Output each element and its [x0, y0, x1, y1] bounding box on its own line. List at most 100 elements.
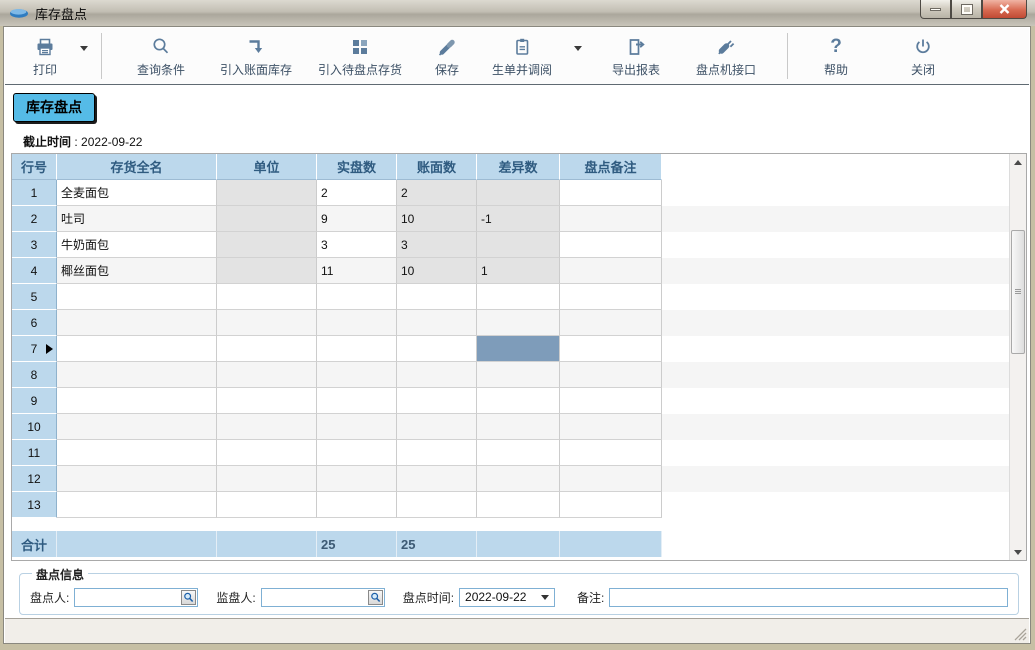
- cell-name[interactable]: 牛奶面包: [57, 232, 217, 258]
- cell-actual[interactable]: [317, 440, 397, 466]
- row-number-cell[interactable]: 2: [12, 206, 57, 232]
- cell-diff[interactable]: [477, 466, 560, 492]
- cell-actual[interactable]: [317, 492, 397, 518]
- cell-unit[interactable]: [217, 466, 317, 492]
- cell-note[interactable]: [560, 258, 662, 284]
- save-button[interactable]: 保存: [415, 28, 479, 84]
- row-number-cell[interactable]: 13: [12, 492, 57, 518]
- cell-name[interactable]: [57, 336, 217, 362]
- cell-name[interactable]: [57, 284, 217, 310]
- cell-book[interactable]: [397, 414, 477, 440]
- cell-unit[interactable]: [217, 206, 317, 232]
- print-dropdown-arrow-icon[interactable]: [80, 46, 88, 51]
- cell-book[interactable]: [397, 336, 477, 362]
- generate-dropdown-arrow-icon[interactable]: [574, 46, 582, 51]
- row-number-cell[interactable]: 3: [12, 232, 57, 258]
- cell-diff[interactable]: [477, 440, 560, 466]
- import-pending-stock-button[interactable]: 引入待盘点存货: [305, 28, 415, 84]
- cell-unit[interactable]: [217, 310, 317, 336]
- cell-actual[interactable]: 9: [317, 206, 397, 232]
- cell-name[interactable]: [57, 466, 217, 492]
- cell-book[interactable]: [397, 284, 477, 310]
- cell-name[interactable]: [57, 362, 217, 388]
- cell-name[interactable]: [57, 492, 217, 518]
- note-input[interactable]: [609, 588, 1008, 607]
- cell-unit[interactable]: [217, 284, 317, 310]
- cell-actual[interactable]: [317, 284, 397, 310]
- import-book-inventory-button[interactable]: 引入账面库存: [207, 28, 305, 84]
- cell-actual[interactable]: [317, 336, 397, 362]
- scroll-up-button[interactable]: [1010, 154, 1026, 170]
- supervisor-lookup-button[interactable]: [368, 590, 383, 605]
- cell-actual[interactable]: [317, 388, 397, 414]
- row-number-cell[interactable]: 11: [12, 440, 57, 466]
- cell-book[interactable]: [397, 310, 477, 336]
- counter-lookup-button[interactable]: [181, 590, 196, 605]
- row-number-cell[interactable]: 5: [12, 284, 57, 310]
- cell-note[interactable]: [560, 466, 662, 492]
- cell-diff[interactable]: -1: [477, 206, 560, 232]
- cell-diff[interactable]: [477, 414, 560, 440]
- row-number-cell[interactable]: 9: [12, 388, 57, 414]
- tab-inventory-count[interactable]: 库存盘点: [13, 93, 95, 122]
- cell-note[interactable]: [560, 414, 662, 440]
- cell-diff[interactable]: [477, 492, 560, 518]
- query-conditions-button[interactable]: 查询条件: [115, 28, 207, 84]
- cell-unit[interactable]: [217, 336, 317, 362]
- cell-diff[interactable]: [477, 310, 560, 336]
- cell-actual[interactable]: 11: [317, 258, 397, 284]
- cell-note[interactable]: [560, 388, 662, 414]
- cell-unit[interactable]: [217, 440, 317, 466]
- cell-unit[interactable]: [217, 492, 317, 518]
- row-number-cell[interactable]: 12: [12, 466, 57, 492]
- cell-name[interactable]: [57, 388, 217, 414]
- cell-note[interactable]: [560, 232, 662, 258]
- cell-book[interactable]: 10: [397, 206, 477, 232]
- cell-book[interactable]: 3: [397, 232, 477, 258]
- cell-actual[interactable]: 3: [317, 232, 397, 258]
- cell-name[interactable]: 椰丝面包: [57, 258, 217, 284]
- generate-and-review-button[interactable]: 生单并调阅: [479, 28, 565, 84]
- row-number-cell[interactable]: 4: [12, 258, 57, 284]
- cell-actual[interactable]: [317, 362, 397, 388]
- cell-diff[interactable]: [477, 232, 560, 258]
- close-button[interactable]: [982, 0, 1027, 19]
- cell-diff[interactable]: [477, 284, 560, 310]
- vertical-scrollbar[interactable]: [1009, 154, 1026, 560]
- cell-diff[interactable]: 1: [477, 258, 560, 284]
- cell-note[interactable]: [560, 284, 662, 310]
- scroll-down-button[interactable]: [1010, 544, 1026, 560]
- count-time-dropdown[interactable]: 2022-09-22: [459, 588, 555, 607]
- cell-note[interactable]: [560, 206, 662, 232]
- row-number-cell[interactable]: 8: [12, 362, 57, 388]
- cell-note[interactable]: [560, 336, 662, 362]
- counter-input[interactable]: [74, 588, 198, 607]
- row-number-cell[interactable]: 10: [12, 414, 57, 440]
- cell-actual[interactable]: 2: [317, 180, 397, 206]
- cell-name[interactable]: 全麦面包: [57, 180, 217, 206]
- cell-unit[interactable]: [217, 388, 317, 414]
- cell-unit[interactable]: [217, 414, 317, 440]
- cell-actual[interactable]: [317, 466, 397, 492]
- cell-note[interactable]: [560, 492, 662, 518]
- row-number-cell[interactable]: 6: [12, 310, 57, 336]
- cell-book[interactable]: [397, 362, 477, 388]
- cell-unit[interactable]: [217, 232, 317, 258]
- scroll-thumb[interactable]: [1011, 230, 1025, 354]
- row-number-cell[interactable]: 7: [12, 336, 57, 362]
- cell-unit[interactable]: [217, 362, 317, 388]
- cell-unit[interactable]: [217, 180, 317, 206]
- cell-note[interactable]: [560, 180, 662, 206]
- cell-name[interactable]: [57, 440, 217, 466]
- cell-actual[interactable]: [317, 414, 397, 440]
- cell-book[interactable]: 10: [397, 258, 477, 284]
- cell-book[interactable]: [397, 466, 477, 492]
- cell-book[interactable]: [397, 492, 477, 518]
- cell-book[interactable]: [397, 388, 477, 414]
- print-button[interactable]: 打印: [19, 28, 71, 84]
- cell-name[interactable]: [57, 310, 217, 336]
- cell-note[interactable]: [560, 362, 662, 388]
- row-number-cell[interactable]: 1: [12, 180, 57, 206]
- help-button[interactable]: ? 帮助: [801, 28, 871, 84]
- close-window-button[interactable]: 关闭: [871, 28, 975, 84]
